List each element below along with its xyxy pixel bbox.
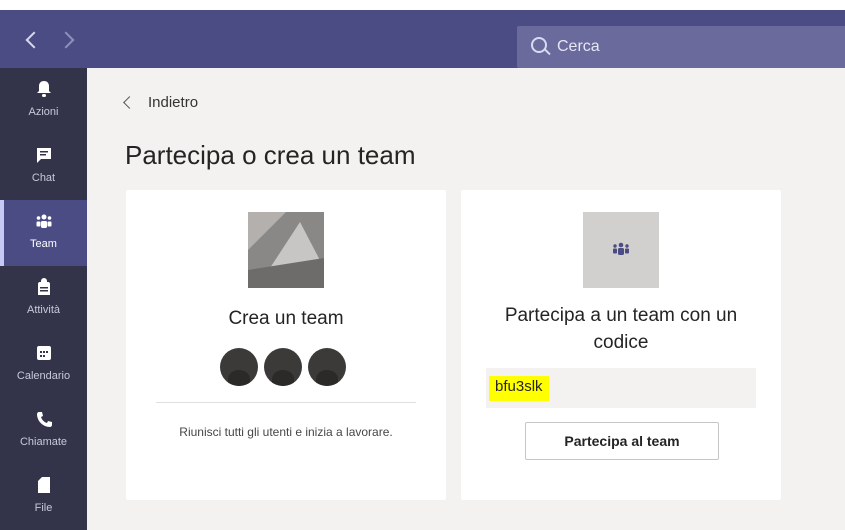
rail-item-label: Team bbox=[30, 238, 57, 250]
team-icon bbox=[36, 214, 52, 228]
history-nav bbox=[24, 28, 76, 50]
rail-item-label: Calendario bbox=[16, 370, 71, 382]
rail-item-azioni[interactable]: Azioni bbox=[0, 68, 87, 134]
create-team-card[interactable]: Crea un team Riunisci tutti gli utenti e… bbox=[126, 190, 446, 500]
rail-item-chat[interactable]: Chat bbox=[0, 134, 87, 200]
rail-item-label: Chiamate bbox=[19, 436, 68, 448]
join-team-title: Partecipa a un team con un codice bbox=[461, 302, 781, 356]
app-rail: Azioni Chat Team Attività Calendario Chi… bbox=[0, 68, 87, 530]
bell-icon bbox=[37, 81, 51, 97]
back-label: Indietro bbox=[148, 94, 199, 111]
search-input[interactable]: Cerca bbox=[517, 26, 845, 68]
team-icon bbox=[613, 242, 629, 255]
file-icon bbox=[38, 477, 50, 493]
join-team-button[interactable]: Partecipa al team bbox=[525, 422, 719, 460]
back-link[interactable]: Indietro bbox=[123, 94, 199, 111]
back-arrow-button[interactable] bbox=[24, 28, 43, 50]
rail-item-file[interactable]: File bbox=[0, 464, 87, 530]
create-team-description: Riunisci tutti gli utenti e inizia a lav… bbox=[179, 425, 393, 439]
divider bbox=[156, 402, 416, 403]
rail-item-label: Chat bbox=[31, 172, 56, 184]
avatar bbox=[308, 348, 346, 386]
avatar bbox=[264, 348, 302, 386]
rail-item-chiamate[interactable]: Chiamate bbox=[0, 398, 87, 464]
chevron-left-icon bbox=[123, 96, 136, 109]
team-code-input[interactable]: bfu3slk bbox=[486, 368, 756, 408]
image-placeholder-icon bbox=[248, 212, 324, 288]
team-code-value: bfu3slk bbox=[489, 376, 549, 401]
join-team-card: Partecipa a un team con un codice bfu3sl… bbox=[461, 190, 781, 500]
create-team-title: Crea un team bbox=[228, 308, 344, 329]
backpack-icon bbox=[38, 278, 50, 295]
join-team-title-line1: Partecipa a un team con un bbox=[504, 305, 738, 326]
chat-icon bbox=[37, 148, 51, 163]
phone-icon bbox=[37, 412, 52, 427]
rail-item-team[interactable]: Team bbox=[0, 200, 87, 266]
rail-item-label: Azioni bbox=[28, 106, 59, 118]
forward-arrow-button[interactable] bbox=[57, 28, 76, 50]
team-placeholder bbox=[583, 212, 659, 288]
rail-item-label: Attività bbox=[26, 304, 60, 316]
search-placeholder: Cerca bbox=[557, 38, 600, 55]
top-bar: Cerca bbox=[0, 10, 845, 68]
join-team-title-line2: codice bbox=[593, 332, 649, 353]
search-icon bbox=[531, 37, 547, 53]
page-title: Partecipa o crea un team bbox=[125, 140, 416, 170]
calendar-icon bbox=[37, 346, 51, 360]
rail-item-calendario[interactable]: Calendario bbox=[0, 332, 87, 398]
rail-item-attivita[interactable]: Attività bbox=[0, 266, 87, 332]
chevron-right-icon bbox=[57, 31, 75, 49]
rail-item-label: File bbox=[34, 502, 53, 514]
chevron-left-icon bbox=[25, 31, 43, 49]
avatar bbox=[220, 348, 258, 386]
avatar-group bbox=[220, 348, 346, 386]
